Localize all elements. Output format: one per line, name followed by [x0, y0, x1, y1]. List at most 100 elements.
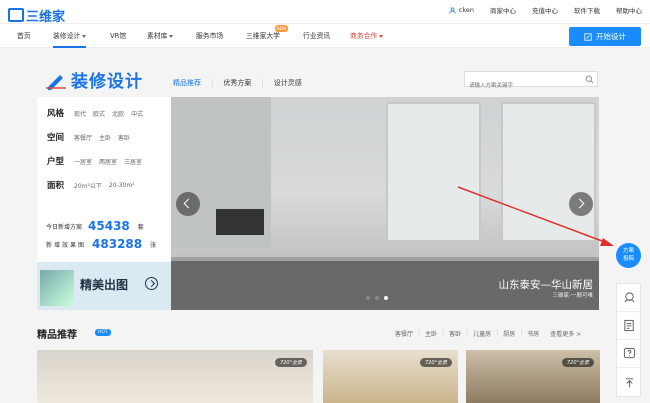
- logo-text: 三维家: [26, 9, 66, 25]
- help-center-link[interactable]: 帮助中心: [616, 5, 642, 15]
- recommend-card[interactable]: 720°全景: [466, 350, 600, 403]
- fab-label: 方案投稿: [622, 248, 634, 262]
- start-design-button[interactable]: 开始设计: [569, 27, 641, 46]
- customer-service-button[interactable]: [617, 284, 641, 312]
- recommend-title: 精品推荐: [37, 330, 77, 341]
- user-icon: [449, 7, 456, 14]
- nav-news[interactable]: 行业资讯: [303, 24, 330, 48]
- search-input[interactable]: [465, 79, 575, 93]
- headset-icon: [623, 292, 635, 303]
- nav-label: 服务市场: [196, 32, 224, 40]
- tab-featured[interactable]: 精品推荐: [173, 78, 201, 88]
- filter-label: 风格: [47, 109, 65, 119]
- software-download-link[interactable]: 软件下载: [574, 5, 600, 15]
- stat-new-renders: 新增效果图 483288 张: [46, 237, 156, 251]
- filter-option[interactable]: 20m²以下: [74, 181, 102, 190]
- category-separator: |: [442, 329, 445, 336]
- search-icon[interactable]: [585, 75, 594, 84]
- chevron-down-icon: [169, 34, 174, 38]
- stat-unit: 套: [137, 223, 144, 231]
- recharge-center-link[interactable]: 充值中心: [532, 5, 558, 15]
- arrow-up-icon: [625, 377, 633, 387]
- hero-carousel[interactable]: 山东泰安—华山新居 三维家-一颇可唯: [171, 97, 599, 310]
- filter-option[interactable]: 北欧: [112, 109, 124, 118]
- panorama-badge: 720°全景: [274, 358, 307, 367]
- filter-option[interactable]: 两居室: [99, 157, 117, 166]
- arrow-right-icon: [145, 277, 158, 290]
- stat-new-plans: 今日新增方案 45438 套: [46, 219, 144, 233]
- category-separator: |: [418, 329, 421, 336]
- nav-materials[interactable]: 素材库: [147, 24, 174, 48]
- back-to-top-button[interactable]: [617, 368, 641, 396]
- carousel-next-button[interactable]: [569, 192, 593, 216]
- top-bar: 三维家 cken 商家中心 充值中心 软件下载 帮助中心: [0, 0, 650, 26]
- carousel-prev-button[interactable]: [176, 192, 200, 216]
- stat-unit: 张: [150, 241, 157, 249]
- hot-badge: HOT: [95, 329, 111, 336]
- category-link[interactable]: 书房: [527, 329, 539, 338]
- view-more-link[interactable]: 查看更多 >: [550, 329, 581, 338]
- tab-inspiration[interactable]: 设计灵感: [274, 78, 302, 88]
- filter-option[interactable]: 主卧: [99, 133, 111, 142]
- plan-search: [464, 71, 598, 93]
- nav-label: VR馆: [110, 32, 127, 40]
- submit-plan-fab[interactable]: 方案投稿: [616, 243, 641, 268]
- carousel-dot-active[interactable]: [384, 296, 388, 300]
- user-menu[interactable]: cken: [449, 5, 474, 15]
- site-logo[interactable]: 三维家: [8, 4, 65, 26]
- filter-option[interactable]: 三居室: [124, 157, 142, 166]
- feedback-button[interactable]: [617, 312, 641, 340]
- hero-title: 山东泰安—华山新居: [498, 279, 594, 291]
- new-badge: NEW: [274, 25, 288, 32]
- category-separator: |: [496, 329, 499, 336]
- filter-option[interactable]: 客餐厅: [74, 133, 92, 142]
- design-tabs: 精品推荐 | 优秀方案 | 设计灵感: [173, 78, 302, 88]
- category-separator: |: [520, 329, 523, 336]
- chevron-down-icon: [379, 34, 384, 38]
- filter-option[interactable]: 中式: [131, 109, 143, 118]
- nav-vr[interactable]: VR馆: [110, 24, 126, 48]
- pencil-ruler-icon: [46, 74, 66, 90]
- tab-separator: |: [211, 79, 214, 87]
- category-link[interactable]: 儿童房: [473, 329, 491, 338]
- panorama-badge: 720°全景: [561, 358, 594, 367]
- help-button[interactable]: [617, 340, 641, 368]
- tab-separator: |: [261, 79, 264, 87]
- nav-design[interactable]: 装修设计: [53, 24, 87, 48]
- filter-option[interactable]: 欧式: [93, 109, 105, 118]
- filter-option[interactable]: 一居室: [74, 157, 92, 166]
- carousel-dot[interactable]: [375, 296, 379, 300]
- design-header: 装修设计: [45, 67, 143, 92]
- promo-banner[interactable]: 精美出图: [37, 262, 171, 310]
- username: cken: [458, 6, 474, 14]
- carousel-dots: [366, 296, 388, 300]
- merchant-center-link[interactable]: 商家中心: [490, 5, 516, 15]
- design-icon: [584, 32, 592, 41]
- filter-label: 面积: [47, 181, 65, 191]
- filter-option[interactable]: 现代: [74, 109, 86, 118]
- recommend-card[interactable]: 720°全景: [323, 350, 458, 403]
- carousel-dot[interactable]: [366, 296, 370, 300]
- hero-subtitle: 三维家-一颇可唯: [552, 293, 594, 299]
- nav-label: 商务合作: [350, 32, 378, 40]
- stat-value: 45438: [88, 219, 130, 233]
- filter-option[interactable]: 客卧: [118, 133, 130, 142]
- category-link[interactable]: 客卧: [449, 329, 461, 338]
- panorama-badge: 720°全景: [419, 358, 452, 367]
- nav-university[interactable]: 三维家大学 NEW: [246, 24, 288, 48]
- category-link[interactable]: 主卧: [425, 329, 437, 338]
- logo-icon: [8, 8, 24, 22]
- tab-excellent-plans[interactable]: 优秀方案: [223, 78, 251, 88]
- hero-window: [386, 102, 481, 242]
- category-link[interactable]: 厨房: [503, 329, 515, 338]
- category-link[interactable]: 客餐厅: [395, 329, 413, 338]
- nav-service-market[interactable]: 服务市场: [196, 24, 223, 48]
- nav-label: 行业资讯: [303, 32, 331, 40]
- filter-option[interactable]: 20-30m²: [109, 182, 135, 189]
- nav-label: 三维家大学: [246, 32, 280, 40]
- recommend-card[interactable]: 720°全景: [37, 350, 313, 403]
- nav-home[interactable]: 首页: [17, 24, 31, 48]
- category-separator: |: [466, 329, 469, 336]
- nav-partnership[interactable]: 商务合作: [350, 24, 384, 48]
- side-toolbar: [616, 283, 641, 397]
